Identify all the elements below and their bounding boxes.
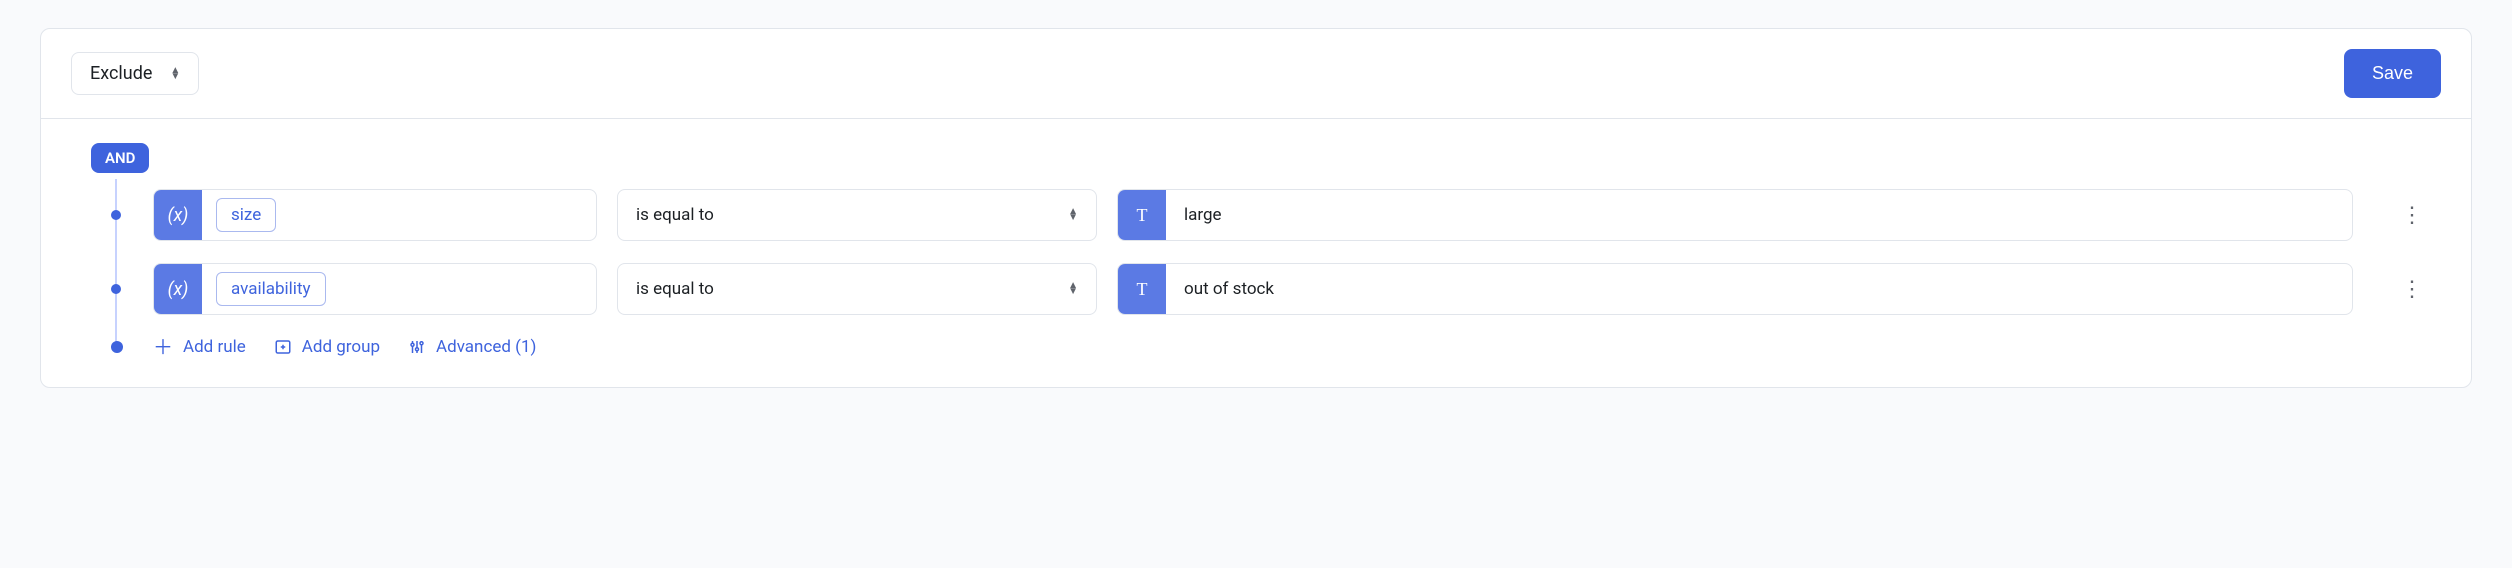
more-menu-icon[interactable]: ⋮ — [2393, 203, 2431, 228]
attribute-chip: availability — [216, 272, 326, 306]
builder-actions: ＋ Add rule Add group — [91, 337, 2431, 357]
select-chevron-icon: ▲▼ — [170, 68, 180, 80]
value-text: large — [1166, 205, 1222, 225]
attribute-field[interactable]: (x) size — [153, 189, 597, 241]
rule-builder-card: Exclude ▲▼ Save AND (x) size is equal to… — [40, 28, 2472, 388]
text-icon: T — [1118, 264, 1166, 314]
operator-label: is equal to — [636, 205, 714, 225]
select-chevron-icon: ▲▼ — [1068, 209, 1078, 221]
attribute-chip: size — [216, 198, 276, 232]
value-text: out of stock — [1166, 279, 1274, 299]
attribute-field[interactable]: (x) availability — [153, 263, 597, 315]
value-field[interactable]: T out of stock — [1117, 263, 2353, 315]
advanced-label: Advanced (1) — [436, 337, 536, 357]
save-button[interactable]: Save — [2344, 49, 2441, 98]
advanced-button[interactable]: Advanced (1) — [408, 337, 536, 357]
value-field[interactable]: T large — [1117, 189, 2353, 241]
sliders-icon — [408, 338, 426, 356]
text-icon: T — [1118, 190, 1166, 240]
rule-row: (x) size is equal to ▲▼ T large ⋮ — [91, 189, 2431, 241]
operator-select[interactable]: is equal to ▲▼ — [617, 263, 1097, 315]
add-group-label: Add group — [302, 337, 380, 357]
mode-select[interactable]: Exclude ▲▼ — [71, 52, 199, 95]
tree-node-dot — [111, 210, 121, 220]
variable-icon: (x) — [154, 190, 202, 240]
add-group-icon — [274, 338, 292, 356]
rule-row: (x) availability is equal to ▲▼ T out of… — [91, 263, 2431, 315]
add-rule-button[interactable]: ＋ Add rule — [153, 337, 246, 357]
add-group-button[interactable]: Add group — [274, 337, 380, 357]
plus-icon: ＋ — [153, 337, 173, 357]
mode-select-label: Exclude — [90, 63, 152, 84]
tree-node-dot — [111, 284, 121, 294]
add-rule-label: Add rule — [183, 337, 246, 357]
rule-builder-body: AND (x) size is equal to ▲▼ T large — [41, 119, 2471, 387]
operator-select[interactable]: is equal to ▲▼ — [617, 189, 1097, 241]
conjunction-badge[interactable]: AND — [91, 143, 149, 173]
select-chevron-icon: ▲▼ — [1068, 283, 1078, 295]
operator-label: is equal to — [636, 279, 714, 299]
variable-icon: (x) — [154, 264, 202, 314]
topbar: Exclude ▲▼ Save — [41, 29, 2471, 119]
more-menu-icon[interactable]: ⋮ — [2393, 277, 2431, 302]
tree-node-dot — [111, 341, 123, 353]
